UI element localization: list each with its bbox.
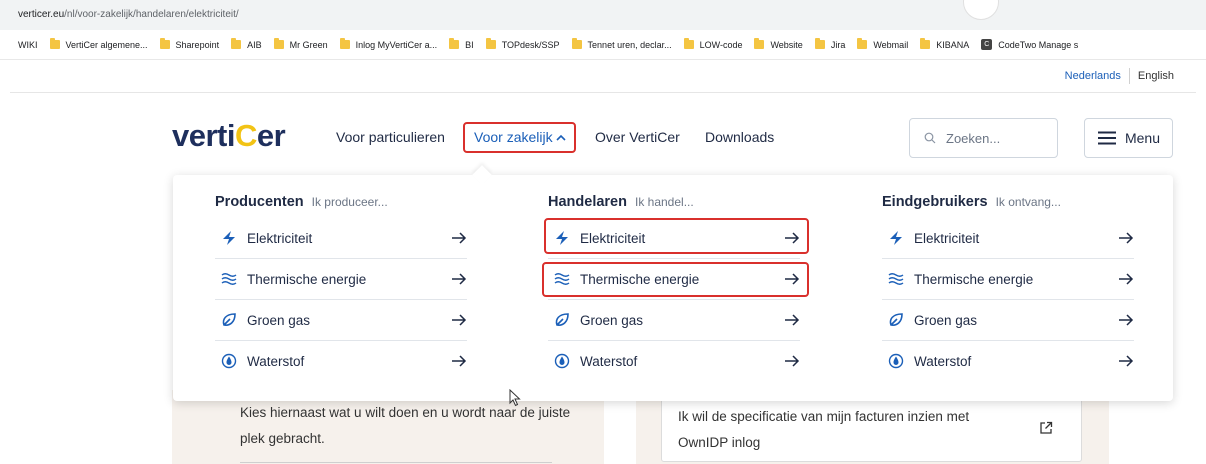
intro-divider: [240, 462, 552, 463]
bookmark-wiki[interactable]: WIKI: [18, 40, 38, 50]
folder-icon: [159, 38, 170, 49]
folder-icon: [571, 38, 582, 49]
folder-icon: [857, 38, 868, 49]
folder-icon: [449, 38, 460, 49]
leaf-icon: [555, 313, 569, 326]
drop-icon: [554, 353, 570, 369]
nav-voor-particulieren[interactable]: Voor particulieren: [336, 129, 445, 145]
heat-waves-icon: [888, 273, 904, 285]
folder-icon: [683, 38, 694, 49]
external-link-icon: [1040, 421, 1053, 434]
verticer-logo[interactable]: vertiCer: [172, 118, 286, 154]
lightning-icon: [890, 231, 902, 245]
folder-icon: [754, 38, 765, 49]
folder-icon: [49, 38, 60, 49]
bookmark-topdesk[interactable]: TOPdesk/SSP: [485, 38, 560, 50]
heat-waves-icon: [221, 273, 237, 285]
folder-icon: [485, 38, 496, 49]
folder-icon: [231, 38, 242, 49]
bookmarks-bar: WIKI VertiCer algemene... Sharepoint AIB…: [0, 30, 1206, 60]
menu-button[interactable]: Menu: [1084, 118, 1173, 158]
highlight-handelaren-elektriciteit: [544, 218, 809, 254]
menu-item-elektriciteit[interactable]: Elektriciteit: [215, 218, 467, 259]
arrow-right-icon: [452, 273, 467, 285]
hamburger-icon: [1097, 131, 1116, 145]
menu-item-thermische-energie[interactable]: Thermische energie: [882, 259, 1134, 300]
menu-label: Menu: [1124, 130, 1161, 146]
folder-icon: [920, 38, 931, 49]
folder-icon: [814, 38, 825, 49]
menu-item-groen-gas[interactable]: Groen gas: [882, 300, 1134, 341]
arrow-right-icon: [1119, 355, 1134, 367]
search-placeholder: Zoeken...: [946, 130, 1001, 146]
language-nl-link[interactable]: Nederlands: [1065, 70, 1121, 82]
lightning-icon: [223, 231, 235, 245]
search-input[interactable]: Zoeken...: [909, 118, 1058, 158]
drop-icon: [888, 353, 904, 369]
arrow-right-icon: [452, 232, 467, 244]
bookmark-verticer-algemeen[interactable]: VertiCer algemene...: [49, 38, 148, 50]
menu-item-waterstof[interactable]: Waterstof: [882, 341, 1134, 382]
browser-url-bar[interactable]: verticer.eu/nl/voor-zakelijk/handelaren/…: [0, 0, 1206, 30]
menu-item-thermische-energie[interactable]: Thermische energie: [215, 259, 467, 300]
highlight-voor-zakelijk: [463, 122, 576, 153]
dropdown-notch: [472, 165, 492, 185]
arrow-right-icon: [1119, 232, 1134, 244]
column-header: Producenten Ik produceer...: [215, 194, 388, 210]
intro-panel: Kies hiernaast wat u wilt doen en u word…: [172, 390, 604, 464]
bookmark-mr-green[interactable]: Mr Green: [273, 38, 328, 50]
folder-icon: [273, 38, 284, 49]
mouse-cursor-icon: [509, 389, 521, 407]
menu-item-elektriciteit[interactable]: Elektriciteit: [882, 218, 1134, 259]
column-header: Handelaren Ik handel...: [548, 194, 694, 210]
bookmark-inlog-myverticer[interactable]: Inlog MyVertiCer a...: [339, 38, 437, 50]
bookmark-sharepoint[interactable]: Sharepoint: [159, 38, 219, 50]
bookmark-webmail[interactable]: Webmail: [857, 38, 908, 50]
bookmark-bi[interactable]: BI: [449, 38, 474, 50]
ownidp-card[interactable]: Ik wil de specificatie van mijn facturen…: [661, 392, 1082, 462]
url-text[interactable]: verticer.eu/nl/voor-zakelijk/handelaren/…: [18, 9, 239, 20]
menu-item-groen-gas[interactable]: Groen gas: [548, 300, 800, 341]
arrow-right-icon: [785, 355, 800, 367]
language-en-link[interactable]: English: [1138, 70, 1174, 82]
menu-item-waterstof[interactable]: Waterstof: [215, 341, 467, 382]
highlight-handelaren-thermische-energie: [542, 262, 809, 297]
codetwo-icon: C: [981, 39, 993, 50]
drop-icon: [221, 353, 237, 369]
profile-avatar[interactable]: [963, 0, 999, 20]
nav-downloads[interactable]: Downloads: [705, 129, 774, 145]
leaf-icon: [889, 313, 903, 326]
language-divider: [1128, 68, 1130, 84]
bookmark-low-code[interactable]: LOW-code: [683, 38, 742, 50]
ownidp-card-text: Ik wil de specificatie van mijn facturen…: [678, 409, 970, 450]
menu-item-waterstof[interactable]: Waterstof: [548, 341, 800, 382]
bookmark-kibana[interactable]: KIBANA: [920, 38, 969, 50]
nav-over-verticer[interactable]: Over VertiCer: [595, 129, 680, 145]
bookmark-website[interactable]: Website: [754, 38, 803, 50]
search-icon: [924, 132, 936, 144]
language-switch: Nederlands English: [1065, 68, 1174, 84]
column-header: Eindgebruikers Ik ontvang...: [882, 194, 1061, 210]
top-divider: [10, 92, 1196, 93]
arrow-right-icon: [1119, 273, 1134, 285]
bookmark-tennet[interactable]: Tennet uren, declar...: [571, 38, 672, 50]
bookmark-jira[interactable]: Jira: [814, 38, 845, 50]
arrow-right-icon: [452, 314, 467, 326]
bookmark-aib[interactable]: AIB: [231, 38, 262, 50]
folder-icon: [339, 38, 350, 49]
arrow-right-icon: [785, 314, 800, 326]
arrow-right-icon: [452, 355, 467, 367]
intro-text: Kies hiernaast wat u wilt doen en u word…: [240, 405, 571, 446]
arrow-right-icon: [1119, 314, 1134, 326]
bookmark-codetwo[interactable]: C CodeTwo Manage s: [981, 39, 1078, 50]
menu-item-groen-gas[interactable]: Groen gas: [215, 300, 467, 341]
leaf-icon: [222, 313, 236, 326]
